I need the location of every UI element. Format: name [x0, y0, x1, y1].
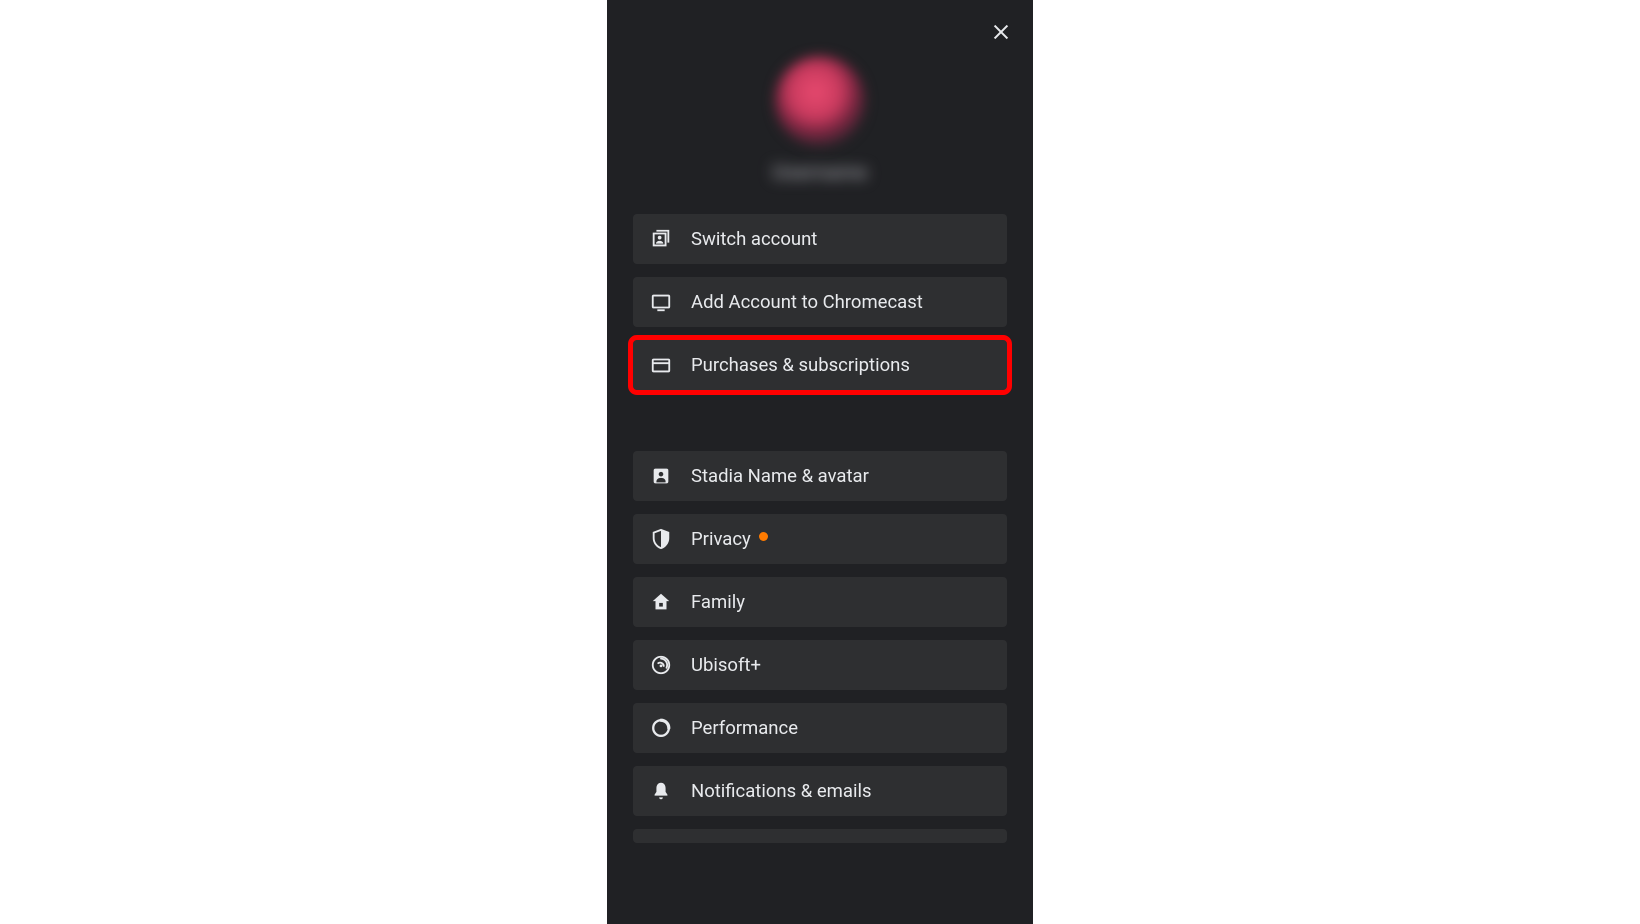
- person-icon: [649, 464, 673, 488]
- menu-label: Ubisoft+: [691, 654, 761, 676]
- menu-label: Add Account to Chromecast: [691, 291, 923, 313]
- home-icon: [649, 590, 673, 614]
- menu-label: Notifications & emails: [691, 780, 872, 802]
- menu-item-partial[interactable]: [633, 829, 1007, 843]
- avatar: [775, 56, 865, 146]
- close-button[interactable]: [987, 20, 1015, 48]
- tv-icon: [649, 290, 673, 314]
- menu-label: Performance: [691, 717, 798, 739]
- menu-item-performance[interactable]: Performance: [633, 703, 1007, 753]
- username-label: Username: [607, 160, 1033, 184]
- menu-section-settings: Stadia Name & avatar Privacy Family: [607, 451, 1033, 843]
- ubisoft-icon: [649, 653, 673, 677]
- menu-item-ubisoft[interactable]: Ubisoft+: [633, 640, 1007, 690]
- bell-icon: [649, 779, 673, 803]
- menu-label: Stadia Name & avatar: [691, 465, 869, 487]
- menu-label: Family: [691, 591, 745, 613]
- settings-panel: Username Switch account Add Accoun: [607, 0, 1033, 924]
- menu-label: Purchases & subscriptions: [691, 354, 910, 376]
- switch-account-icon: [649, 227, 673, 251]
- close-icon: [990, 21, 1012, 47]
- menu-item-notifications[interactable]: Notifications & emails: [633, 766, 1007, 816]
- performance-icon: [649, 716, 673, 740]
- menu-section-account: Switch account Add Account to Chromecast…: [607, 214, 1033, 390]
- section-divider: [607, 403, 1033, 451]
- menu-item-privacy[interactable]: Privacy: [633, 514, 1007, 564]
- menu-item-switch-account[interactable]: Switch account: [633, 214, 1007, 264]
- notification-badge: [759, 532, 768, 541]
- menu-label: Privacy: [691, 528, 751, 550]
- profile-header: Username: [607, 0, 1033, 214]
- card-icon: [649, 353, 673, 377]
- menu-item-stadia-name[interactable]: Stadia Name & avatar: [633, 451, 1007, 501]
- menu-item-family[interactable]: Family: [633, 577, 1007, 627]
- menu-item-purchases[interactable]: Purchases & subscriptions: [633, 340, 1007, 390]
- shield-icon: [649, 527, 673, 551]
- menu-item-add-chromecast[interactable]: Add Account to Chromecast: [633, 277, 1007, 327]
- menu-label: Switch account: [691, 228, 817, 250]
